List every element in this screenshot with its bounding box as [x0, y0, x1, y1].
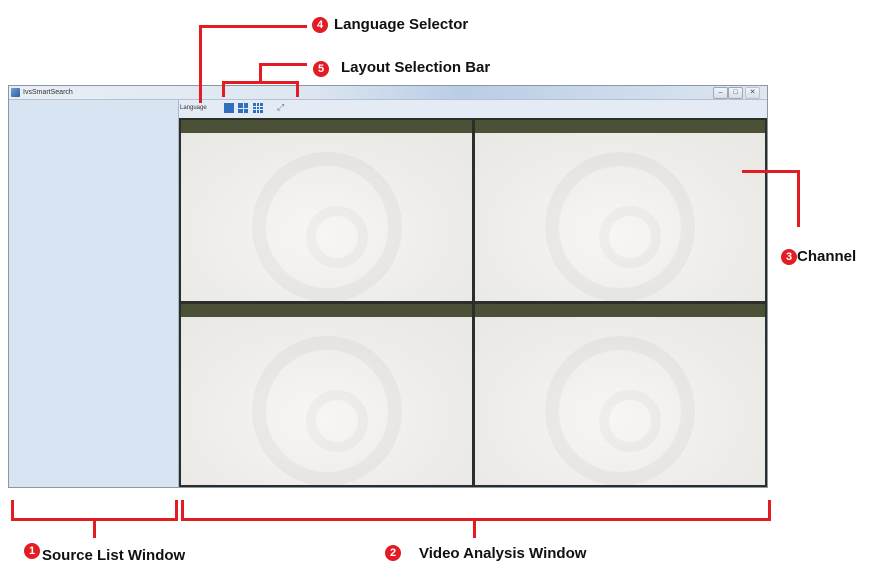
callout-line — [742, 170, 800, 173]
title-bar[interactable]: IvsSmartSearch – □ ✕ — [9, 86, 767, 100]
layout-4-button[interactable] — [238, 103, 248, 113]
callout-bracket — [768, 500, 771, 521]
channel-video — [181, 133, 472, 301]
callout-line — [473, 518, 476, 538]
minimize-button[interactable]: – — [713, 87, 728, 99]
callout-bracket — [181, 518, 771, 521]
callout-badge-3: 3 — [781, 249, 797, 265]
callout-label-video-analysis-window: Video Analysis Window — [419, 545, 587, 562]
callout-line — [259, 63, 307, 66]
channel-4[interactable] — [475, 304, 765, 485]
callout-badge-1: 1 — [24, 543, 40, 559]
layout-1-button[interactable] — [224, 103, 234, 113]
callout-label-source-list-window: Source List Window — [42, 547, 186, 564]
channel-header — [475, 304, 765, 317]
callout-line — [93, 518, 96, 538]
window-title: IvsSmartSearch — [23, 89, 73, 96]
callout-line — [199, 25, 307, 28]
app-icon — [11, 88, 20, 97]
video-analysis-area — [179, 118, 767, 487]
channel-1[interactable] — [181, 120, 472, 301]
maximize-button[interactable]: □ — [728, 87, 743, 99]
channel-2[interactable] — [475, 120, 765, 301]
callout-line — [199, 25, 202, 103]
callout-label-language-selector: Language Selector — [334, 16, 469, 33]
callout-bracket — [11, 500, 14, 521]
application-window: IvsSmartSearch – □ ✕ Language ⤢ — [8, 85, 768, 488]
callout-label-channel: Channel — [797, 248, 857, 265]
channel-3[interactable] — [181, 304, 472, 485]
layout-9-button[interactable] — [253, 103, 263, 113]
callout-bracket — [222, 81, 299, 84]
channel-header — [181, 120, 472, 133]
language-selector[interactable]: Language — [180, 104, 207, 112]
callout-line — [797, 170, 800, 227]
callout-line — [259, 63, 262, 82]
callout-label-layout-selection-bar: Layout Selection Bar — [341, 59, 491, 76]
channel-header — [181, 304, 472, 317]
callout-badge-5: 5 — [313, 61, 329, 77]
callout-bracket — [181, 500, 184, 521]
callout-bracket — [296, 81, 299, 97]
callout-badge-4: 4 — [312, 17, 328, 33]
toolbar: Language ⤢ — [179, 100, 767, 118]
channel-header — [475, 120, 765, 133]
callout-bracket — [222, 81, 225, 97]
callout-bracket — [175, 500, 178, 521]
fullscreen-icon[interactable]: ⤢ — [277, 102, 284, 112]
source-list-panel[interactable] — [9, 100, 179, 487]
channel-video — [475, 317, 765, 485]
close-button[interactable]: ✕ — [745, 87, 760, 99]
channel-video — [181, 317, 472, 485]
callout-badge-2: 2 — [385, 545, 401, 561]
channel-video — [475, 133, 765, 301]
